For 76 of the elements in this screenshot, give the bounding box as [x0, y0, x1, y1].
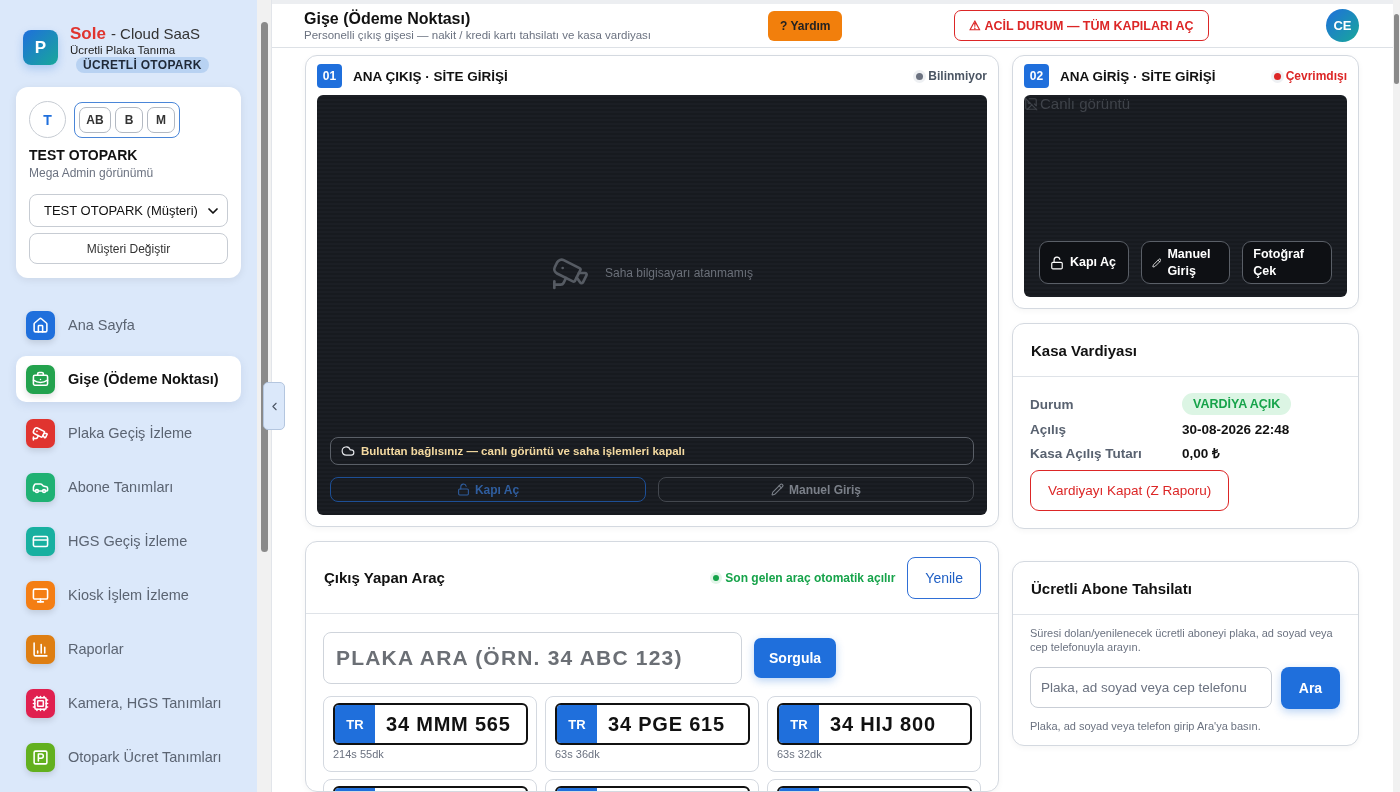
nav-item[interactable]: Ana Sayfa [16, 302, 241, 348]
scrollbar[interactable] [257, 0, 272, 792]
vehicle-card[interactable]: TR 34 PGE 615 63s 36dk [545, 696, 759, 772]
unlock-icon [456, 483, 470, 496]
camera-action-button[interactable]: Kapı Aç [1039, 241, 1129, 284]
auto-open-note: Son gelen araç otomatik açılır [713, 570, 896, 585]
camera-number: 02 [1024, 64, 1049, 88]
view-button[interactable]: AB [79, 106, 111, 133]
field-label: Açılış [1030, 422, 1068, 437]
nav-item[interactable]: HGS Geçiş İzleme [16, 518, 241, 564]
helper-text: Plaka, ad soyad veya telefon girip Ara'ya basın. [1030, 719, 1262, 732]
nav-item[interactable]: Plaka Geçiş İzleme [16, 410, 241, 456]
unlock-icon [1050, 255, 1064, 270]
account-title: TEST OTOPARK [29, 147, 139, 163]
cloud-icon [341, 444, 355, 458]
feed-message: Saha bilgisayarı atanmamış [604, 265, 754, 280]
live-dot [713, 574, 720, 581]
product-name: Ücretli Plaka Tanıma [70, 44, 177, 56]
nav-item[interactable]: Otopark Ücret Tanımları [16, 734, 241, 780]
camera-action-button[interactable]: Fotoğraf Çek [1242, 241, 1332, 284]
elapsed-time: 214s 55dk [333, 748, 385, 760]
nav-item[interactable]: Kamera, HGS Tanımları [16, 680, 241, 726]
field-value: 30-08-2026 22:48 [1182, 422, 1291, 437]
change-customer-button[interactable]: Müşteri Değiştir [29, 233, 228, 264]
camera-number: 01 [317, 64, 342, 88]
brand-suffix: - Cloud SaaS [110, 25, 201, 42]
app-logo: P [23, 30, 58, 65]
emergency-button[interactable]: ⚠ ACİL DURUM — TÜM KAPILARI AÇ [954, 10, 1209, 41]
pencil-icon [771, 483, 784, 496]
elapsed-time: 63s 36dk [555, 748, 601, 760]
brand-name: Sole [70, 24, 106, 44]
vehicle-card[interactable]: TR 34 HIJ 800 63s 32dk [767, 696, 981, 772]
customer-select[interactable]: TEST OTOPARK (Müşteri) [29, 194, 228, 227]
country-code: TR [335, 705, 375, 743]
page-subtitle: Personelli çıkış gişesi — nakit / kredi kartı tahsilatı ve kasa vardiyası [304, 29, 653, 41]
query-button[interactable]: Sorgula [754, 638, 837, 678]
account-subtitle: Mega Admin görünümü [29, 166, 155, 180]
status-badge: VARDİYA AÇIK [1182, 393, 1292, 415]
plate-number: 34 HIJ 800 [829, 711, 936, 737]
camera-status: Çevrimdışı [1273, 69, 1347, 83]
search-button[interactable]: Ara [1281, 666, 1340, 709]
plate-number: 34 PGE 615 [607, 711, 725, 737]
vehicle-card[interactable]: TR 34 MMM 565 214s 55dk [323, 696, 537, 772]
nav-item[interactable]: Abone Tanımları [16, 464, 241, 510]
camera-name: ANA GİRİŞ · SİTE GİRİŞİ [1060, 68, 1216, 84]
country-code: TR [779, 705, 819, 743]
section-title: Kasa Vardiyası [1031, 341, 1137, 359]
field-label: Durum [1030, 396, 1075, 412]
nav-item[interactable]: Kiosk İşlem İzleme [16, 572, 241, 618]
field-value: 0,00 ₺ [1182, 445, 1222, 462]
camera-name: ANA ÇIKIŞ · SİTE GİRİŞİ [353, 68, 508, 84]
camera-status: Bilinmiyor [916, 69, 987, 83]
plate-search-field[interactable]: PLAKA ARA (ÖRN. 34 ABC 123) [323, 632, 742, 684]
section-title: Ücretli Abone Tahsilatı [1031, 579, 1192, 597]
elapsed-time: 63s 32dk [777, 748, 823, 760]
view-button[interactable]: B [115, 106, 143, 133]
scrollbar[interactable] [1393, 0, 1400, 792]
page-title: Gişe (Ödeme Noktası) [304, 10, 472, 28]
country-code: TR [557, 705, 597, 743]
notice-text: Buluttan bağlısınız — canlı görüntü ve saha işlemleri kapalı [361, 445, 685, 457]
camera-action-button[interactable]: Manuel Giriş [1140, 241, 1231, 284]
plan-badge: ÜCRETLİ OTOPARK [76, 57, 209, 73]
field-label: Kasa Açılış Tutarı [1030, 445, 1143, 461]
pencil-icon [1151, 255, 1162, 270]
refresh-button[interactable]: Yenile [907, 556, 981, 599]
hint-text: Süresi dolan/yenilenecek ücretli aboneyi plaka, ad soyad veya cep telefonuyla arayın. [1030, 626, 1334, 655]
help-button[interactable]: ? Yardım [768, 10, 843, 41]
broken-image-icon [1024, 96, 1038, 111]
close-shift-button[interactable]: Vardiyayı Kapat (Z Raporu) [1030, 470, 1230, 511]
nav-item[interactable]: Gişe (Ödeme Noktası) [16, 356, 241, 402]
subscriber-search-field[interactable]: Plaka, ad soyad veya cep telefonu [1030, 666, 1272, 708]
view-button[interactable]: M [147, 106, 175, 133]
plate-number: 34 MMM 565 [385, 711, 511, 737]
section-title: Çıkış Yapan Araç [324, 569, 445, 586]
nav-item[interactable]: Raporlar [16, 626, 241, 672]
user-avatar[interactable]: CE [1326, 9, 1359, 42]
